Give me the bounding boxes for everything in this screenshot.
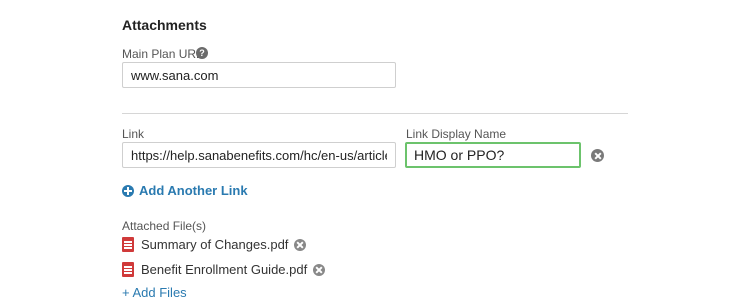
main-plan-url-label: Main Plan URL: [122, 47, 203, 61]
section-title: Attachments: [122, 17, 207, 33]
main-plan-url-input[interactable]: [122, 62, 396, 88]
attached-file-item: Summary of Changes.pdf: [122, 237, 307, 252]
link-display-name-label: Link Display Name: [406, 127, 507, 141]
file-name[interactable]: Benefit Enrollment Guide.pdf: [141, 262, 307, 277]
remove-link-icon[interactable]: [591, 149, 604, 162]
pdf-file-icon: [122, 237, 134, 252]
link-display-name-input[interactable]: [405, 142, 581, 168]
plus-circle-icon: [122, 184, 134, 197]
remove-file-icon[interactable]: [294, 238, 307, 251]
remove-file-icon[interactable]: [313, 263, 326, 276]
file-name[interactable]: Summary of Changes.pdf: [141, 237, 288, 252]
question-circle-icon[interactable]: ?: [196, 47, 208, 59]
add-another-link-label: Add Another Link: [139, 183, 248, 198]
link-label: Link: [122, 127, 145, 141]
add-files-button[interactable]: + Add Files: [122, 285, 187, 300]
pdf-file-icon: [122, 262, 134, 277]
link-url-input[interactable]: [122, 142, 396, 168]
attached-file-item: Benefit Enrollment Guide.pdf: [122, 262, 326, 277]
divider: [122, 113, 628, 114]
attached-files-label: Attached File(s): [122, 219, 207, 233]
add-another-link-button[interactable]: Add Another Link: [122, 183, 248, 198]
